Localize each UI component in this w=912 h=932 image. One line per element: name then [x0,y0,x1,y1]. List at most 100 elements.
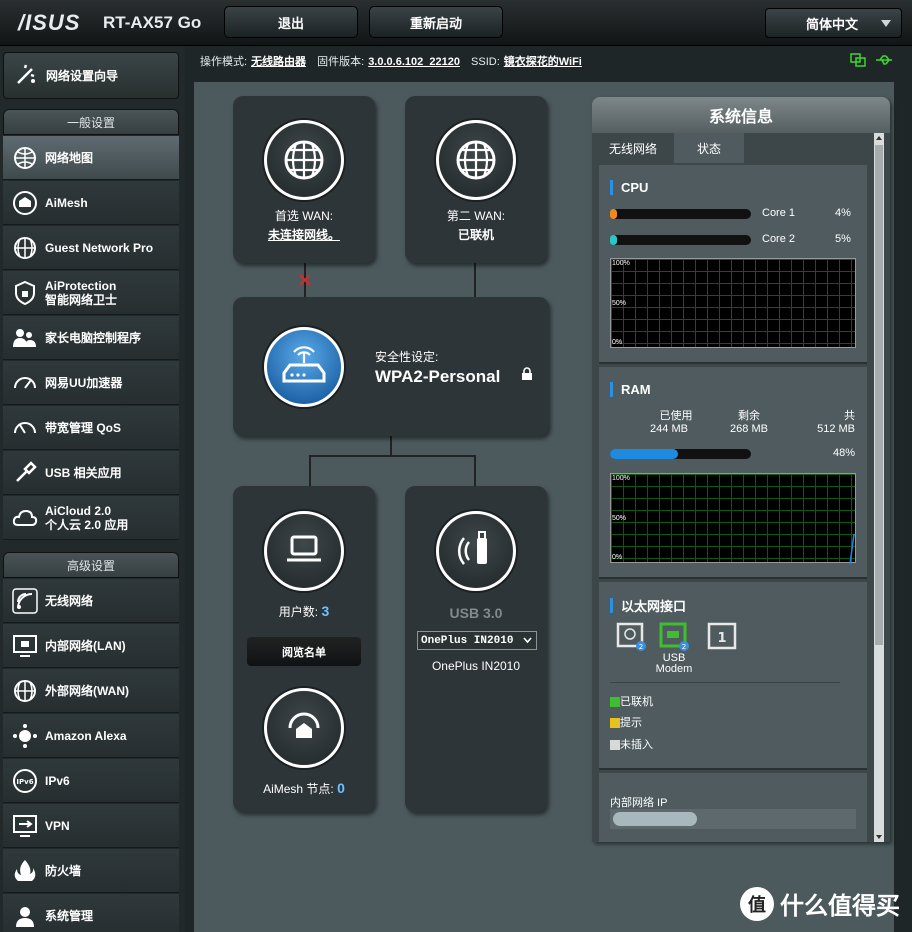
clients-count-line: 用户数: 3 [233,603,375,620]
view-client-list-button[interactable]: 阅览名单 [247,637,361,666]
sidebar-item-label: Guest Network Pro [45,240,154,255]
sidebar-item-label: Amazon Alexa [45,728,127,743]
ipv6-icon: IPv6 [13,768,37,793]
firewall-icon [14,859,36,881]
cloud-icon [12,509,38,526]
sidebar-item-aicloud[interactable]: AiCloud 2.0 个人云 2.0 应用 [3,496,179,540]
sidebar-item-label: IPv6 [45,773,70,788]
reboot-button[interactable]: 重新启动 [369,6,503,38]
mode-key: 操作模式: [200,56,248,68]
wan2-globe-button[interactable] [436,120,516,200]
router-card[interactable]: 安全性设定: WPA2-Personal [233,297,549,436]
ram-used-label: 已使用 [659,410,693,422]
chevron-down-icon [881,20,891,27]
sidebar-item-aimesh[interactable]: AiMesh [3,181,179,225]
wan2-card[interactable]: 第二 WAN: 已联机 [405,96,547,263]
asus-logo: /ISUS [18,10,81,35]
sidebar-item-label-line1: AiCloud 2.0 [45,503,112,518]
aimesh-node-button[interactable] [264,688,344,768]
legend-unplugged: 未插入 [610,736,653,752]
clients-label: 用户数: [278,605,319,619]
sidebar-item-usb[interactable]: USB 相关应用 [3,451,179,495]
core1-bar [610,209,751,219]
network-status-icon[interactable] [850,52,866,68]
ssid-value-link[interactable]: 镜衣探花的WiFi [504,56,582,68]
usb-connector [474,455,476,489]
tab-status[interactable]: 状态 [674,133,744,163]
sidebar-item-vpn[interactable]: VPN [3,804,179,848]
scroll-down-icon[interactable] [875,833,883,841]
network-wizard-button[interactable]: 网络设置向导 [3,52,179,99]
cpu-head: CPU [610,180,648,195]
globe-icon [284,140,324,180]
sidebar-item-ipv6[interactable]: IPv6 IPv6 [3,759,179,803]
security-value: WPA2-Personal [375,367,501,386]
scrollbar-thumb[interactable] [875,145,883,645]
language-select[interactable]: 简体中文 [765,8,902,38]
usb-title: USB 3.0 [449,605,503,621]
usb-port-icon[interactable]: 2 [659,622,689,652]
router-button[interactable] [264,327,344,407]
logout-button[interactable]: 退出 [224,6,358,38]
sidebar-item-wireless[interactable]: 无线网络 [3,579,179,623]
usb-status-icon[interactable] [874,52,894,68]
wan2-connector [474,263,476,299]
clients-card[interactable]: 用户数: 3 阅览名单 AiMesh 节点: 0 [233,486,375,812]
clients-count: 3 [321,603,330,619]
sidebar-item-label: 网易UU加速器 [45,375,123,390]
core2-label: Core 2 [762,233,796,245]
ram-head-label: RAM [621,382,651,397]
wan1-status-link[interactable]: 未连接网线。 [233,226,375,243]
legend-label: 已联机 [620,696,653,708]
firmware-value-link[interactable]: 3.0.0.6.102_22120 [368,56,460,68]
ram-graph-line [849,533,855,564]
lan-port-icon[interactable]: 1 [707,622,737,652]
sidebar-item-label: 系统管理 [45,908,94,923]
sidebar-item-admin[interactable]: 系统管理 [3,894,179,932]
router-icon [282,346,326,383]
graph-label-0: 0% [612,339,623,346]
aimesh-icon [288,712,320,738]
sidebar-item-alexa[interactable]: Amazon Alexa [3,714,179,758]
graph-label-100: 100% [612,475,630,482]
security-label: 安全性设定: [375,350,439,364]
sidebar-item-lan[interactable]: 内部网络(LAN) [3,624,179,668]
sidebar-item-aiprotection[interactable]: AiProtection 智能网络卫士 [3,271,179,315]
sidebar-item-uu[interactable]: 网易UU加速器 [3,361,179,405]
wan-port-icon[interactable]: 2 [616,622,646,652]
disconnected-x-icon [299,274,311,286]
watermark: 值 什么值得买 [740,886,900,921]
tab-wireless[interactable]: 无线网络 [592,133,674,163]
mode-value-link[interactable]: 无线路由器 [251,56,306,68]
ram-head: RAM [610,382,651,397]
sidebar-item-label: USB 相关应用 [45,465,122,480]
aimesh-icon [13,190,37,215]
sidebar-item-parental[interactable]: 家长电脑控制程序 [3,316,179,360]
sidebar-item-label: 网络地图 [45,150,94,165]
sidebar-item-qos[interactable]: 带宽管理 QoS [3,406,179,450]
sidebar-item-label: 带宽管理 QoS [45,420,122,435]
wan1-globe-button[interactable] [264,120,344,200]
usb-device-button[interactable] [436,511,516,591]
system-info-scrollbar[interactable] [874,133,884,842]
language-label: 简体中文 [806,16,859,32]
sidebar-item-label: AiProtection 智能网络卫士 [45,279,117,307]
svg-text:1: 1 [717,631,726,646]
scroll-up-icon[interactable] [875,134,883,142]
router-model: RT-AX57 Go [103,13,202,32]
sidebar-item-label-line1: AiProtection [45,278,117,293]
sidebar-item-firewall[interactable]: 防火墙 [3,849,179,893]
sidebar-item-label-line2: 智能网络卫士 [45,292,118,307]
usb-card[interactable]: USB 3.0 OnePlus IN2010 OnePlus IN2010 [405,486,547,812]
sidebar-item-network-map[interactable]: 网络地图 [3,136,179,180]
clients-button[interactable] [264,511,344,591]
core2-bar [610,235,751,245]
usb-device-select[interactable]: OnePlus IN2010 [417,631,537,650]
sidebar-item-label-line2: 个人云 2.0 应用 [45,517,129,532]
wan1-card[interactable]: 首选 WAN: 未连接网线。 [233,96,375,263]
sidebar-item-guest-network[interactable]: Guest Network Pro [3,226,179,270]
wan-globe-icon [14,679,36,702]
svg-text:2: 2 [682,643,686,651]
sidebar-item-wan[interactable]: 外部网络(WAN) [3,669,179,713]
sidebar-item-label: AiMesh [45,195,88,210]
